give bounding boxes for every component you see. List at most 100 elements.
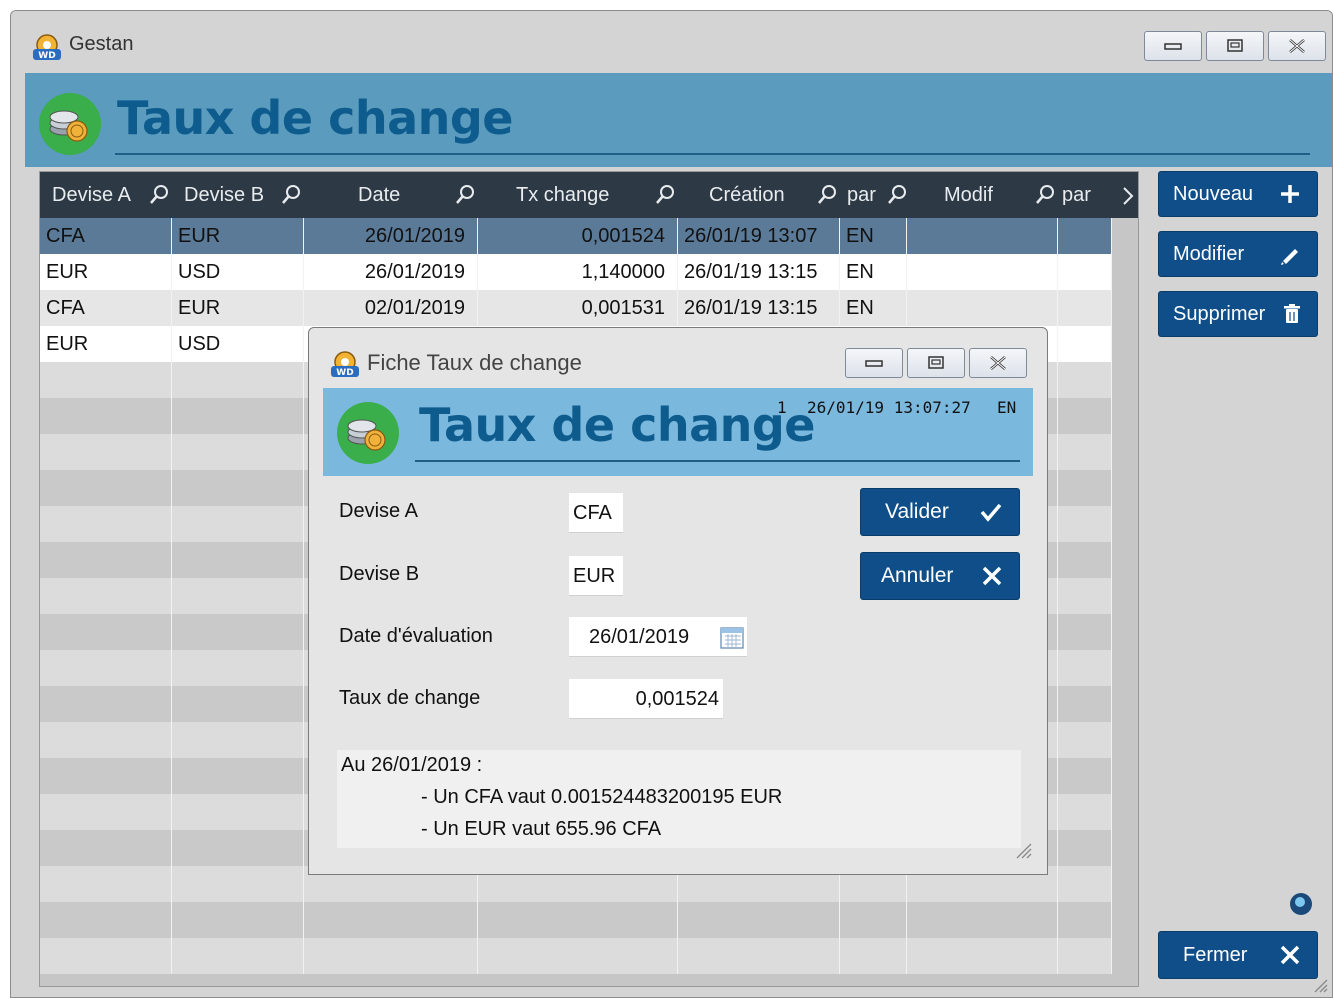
maximize-icon: [928, 356, 944, 369]
column-header-devise-b[interactable]: Devise B: [184, 172, 264, 218]
table-cell-devise-a: [40, 398, 172, 434]
column-header-modif[interactable]: Modif: [944, 172, 993, 218]
table-cell-devise-a: [40, 578, 172, 614]
chevron-right-icon[interactable]: [1122, 186, 1134, 206]
taux-field[interactable]: 0,001524: [569, 679, 723, 719]
table-cell-tx: 0,001524: [478, 218, 678, 254]
new-button[interactable]: Nouveau: [1158, 171, 1318, 217]
maximize-button[interactable]: [1206, 31, 1264, 61]
table-cell-par2: [1058, 542, 1112, 578]
maximize-icon: [1227, 39, 1243, 52]
table-cell-devise-a: [40, 434, 172, 470]
column-header-tx-change[interactable]: Tx change: [516, 172, 609, 218]
edit-button[interactable]: Modifier: [1158, 231, 1318, 277]
dialog-maximize-button[interactable]: [907, 348, 965, 378]
svg-text:WD: WD: [336, 368, 353, 378]
search-icon[interactable]: [280, 184, 302, 206]
search-icon[interactable]: [1034, 184, 1056, 206]
taux-label: Taux de change: [339, 687, 481, 709]
table-cell-devise-b: [172, 398, 304, 434]
table-row[interactable]: [40, 938, 1112, 974]
close-icon: [1280, 945, 1300, 965]
table-cell-devise-b: USD: [172, 326, 304, 362]
table-row[interactable]: [40, 902, 1112, 938]
table-cell-devise-a: [40, 938, 172, 974]
close-icon: [990, 356, 1006, 370]
windev-logo-icon: WD: [33, 34, 61, 61]
resize-grip-icon[interactable]: [1312, 977, 1328, 993]
title-underline: [115, 153, 1310, 155]
validate-button-label: Valider: [885, 500, 949, 523]
calendar-icon[interactable]: [719, 624, 745, 650]
devise-a-field[interactable]: CFA: [569, 493, 623, 533]
column-header-par[interactable]: par: [847, 172, 876, 218]
table-cell-par: [840, 938, 907, 974]
dialog-titlebar[interactable]: WD Fiche Taux de change: [309, 328, 1047, 386]
table-cell-devise-b: [172, 434, 304, 470]
column-header-creation[interactable]: Création: [709, 172, 785, 218]
table-cell-par: EN: [840, 290, 907, 326]
close-button[interactable]: Fermer: [1158, 931, 1318, 979]
close-window-button[interactable]: [1268, 31, 1326, 61]
table-cell-par2: [1058, 614, 1112, 650]
table-cell-modif: [907, 938, 1058, 974]
record-timestamp: 26/01/19 13:07:27: [807, 398, 971, 417]
dialog-title-underline: [415, 460, 1020, 462]
delete-button[interactable]: Supprimer: [1158, 291, 1318, 337]
pencil-icon: [1281, 249, 1298, 265]
table-cell-devise-a: [40, 794, 172, 830]
dialog-minimize-button[interactable]: [845, 348, 903, 378]
eye-icon[interactable]: [1290, 893, 1312, 915]
table-cell-devise-a: [40, 506, 172, 542]
table-cell-par2: [1058, 326, 1112, 362]
validate-button[interactable]: Valider: [860, 488, 1020, 536]
table-cell-devise-b: [172, 578, 304, 614]
devise-b-field[interactable]: EUR: [569, 556, 623, 596]
table-cell-par2: [1058, 902, 1112, 938]
table-cell-devise-b: [172, 758, 304, 794]
column-header-par-2[interactable]: par: [1062, 172, 1091, 218]
table-cell-par2: [1058, 578, 1112, 614]
rate-summary-memo[interactable]: Au 26/01/2019 : - Un CFA vaut 0.00152448…: [337, 750, 1032, 859]
table-cell-par2: [1058, 434, 1112, 470]
table-cell-devise-b: [172, 830, 304, 866]
table-cell-creation: 26/01/19 13:07: [678, 218, 840, 254]
table-cell-par2: [1058, 794, 1112, 830]
table-cell-devise-b: USD: [172, 254, 304, 290]
search-icon[interactable]: [816, 184, 838, 206]
column-header-date[interactable]: Date: [358, 172, 400, 218]
table-row[interactable]: EUR USD 26/01/2019 1,140000 26/01/19 13:15 EN: [40, 254, 1112, 290]
table-cell-par2: [1058, 470, 1112, 506]
summary-date-line: Au 26/01/2019 :: [341, 754, 483, 776]
page-title: Taux de change: [117, 91, 514, 145]
table-cell-devise-b: EUR: [172, 218, 304, 254]
table-cell-devise-a: EUR: [40, 326, 172, 362]
date-field[interactable]: 26/01/2019: [569, 617, 747, 657]
trash-icon: [1284, 304, 1300, 323]
search-icon[interactable]: [654, 184, 676, 206]
delete-button-label: Supprimer: [1173, 302, 1266, 325]
table-cell-devise-a: [40, 722, 172, 758]
minimize-button[interactable]: [1144, 31, 1202, 61]
table-cell-devise-b: [172, 794, 304, 830]
cancel-button[interactable]: Annuler: [860, 552, 1020, 600]
dialog-close-window-button[interactable]: [969, 348, 1027, 378]
table-row[interactable]: CFA EUR 26/01/2019 0,001524 26/01/19 13:07 EN: [40, 218, 1112, 254]
table-row[interactable]: CFA EUR 02/01/2019 0,001531 26/01/19 13:15 EN: [40, 290, 1112, 326]
date-value: 26/01/2019: [589, 626, 690, 648]
search-icon[interactable]: [886, 184, 908, 206]
checkmark-icon: [980, 503, 1002, 522]
table-cell-modif: [907, 218, 1058, 254]
search-icon[interactable]: [148, 184, 170, 206]
svg-text:WD: WD: [38, 51, 55, 61]
table-cell-creation: 26/01/19 13:15: [678, 290, 840, 326]
table-cell-devise-b: [172, 362, 304, 398]
table-cell-devise-a: [40, 362, 172, 398]
search-icon[interactable]: [454, 184, 476, 206]
table-cell-par2: [1058, 830, 1112, 866]
close-button-label: Fermer: [1183, 943, 1248, 966]
column-header-devise-a[interactable]: Devise A: [52, 172, 131, 218]
table-cell-par2: [1058, 218, 1112, 254]
resize-grip-icon[interactable]: [1013, 840, 1033, 860]
table-cell-par2: [1058, 290, 1112, 326]
